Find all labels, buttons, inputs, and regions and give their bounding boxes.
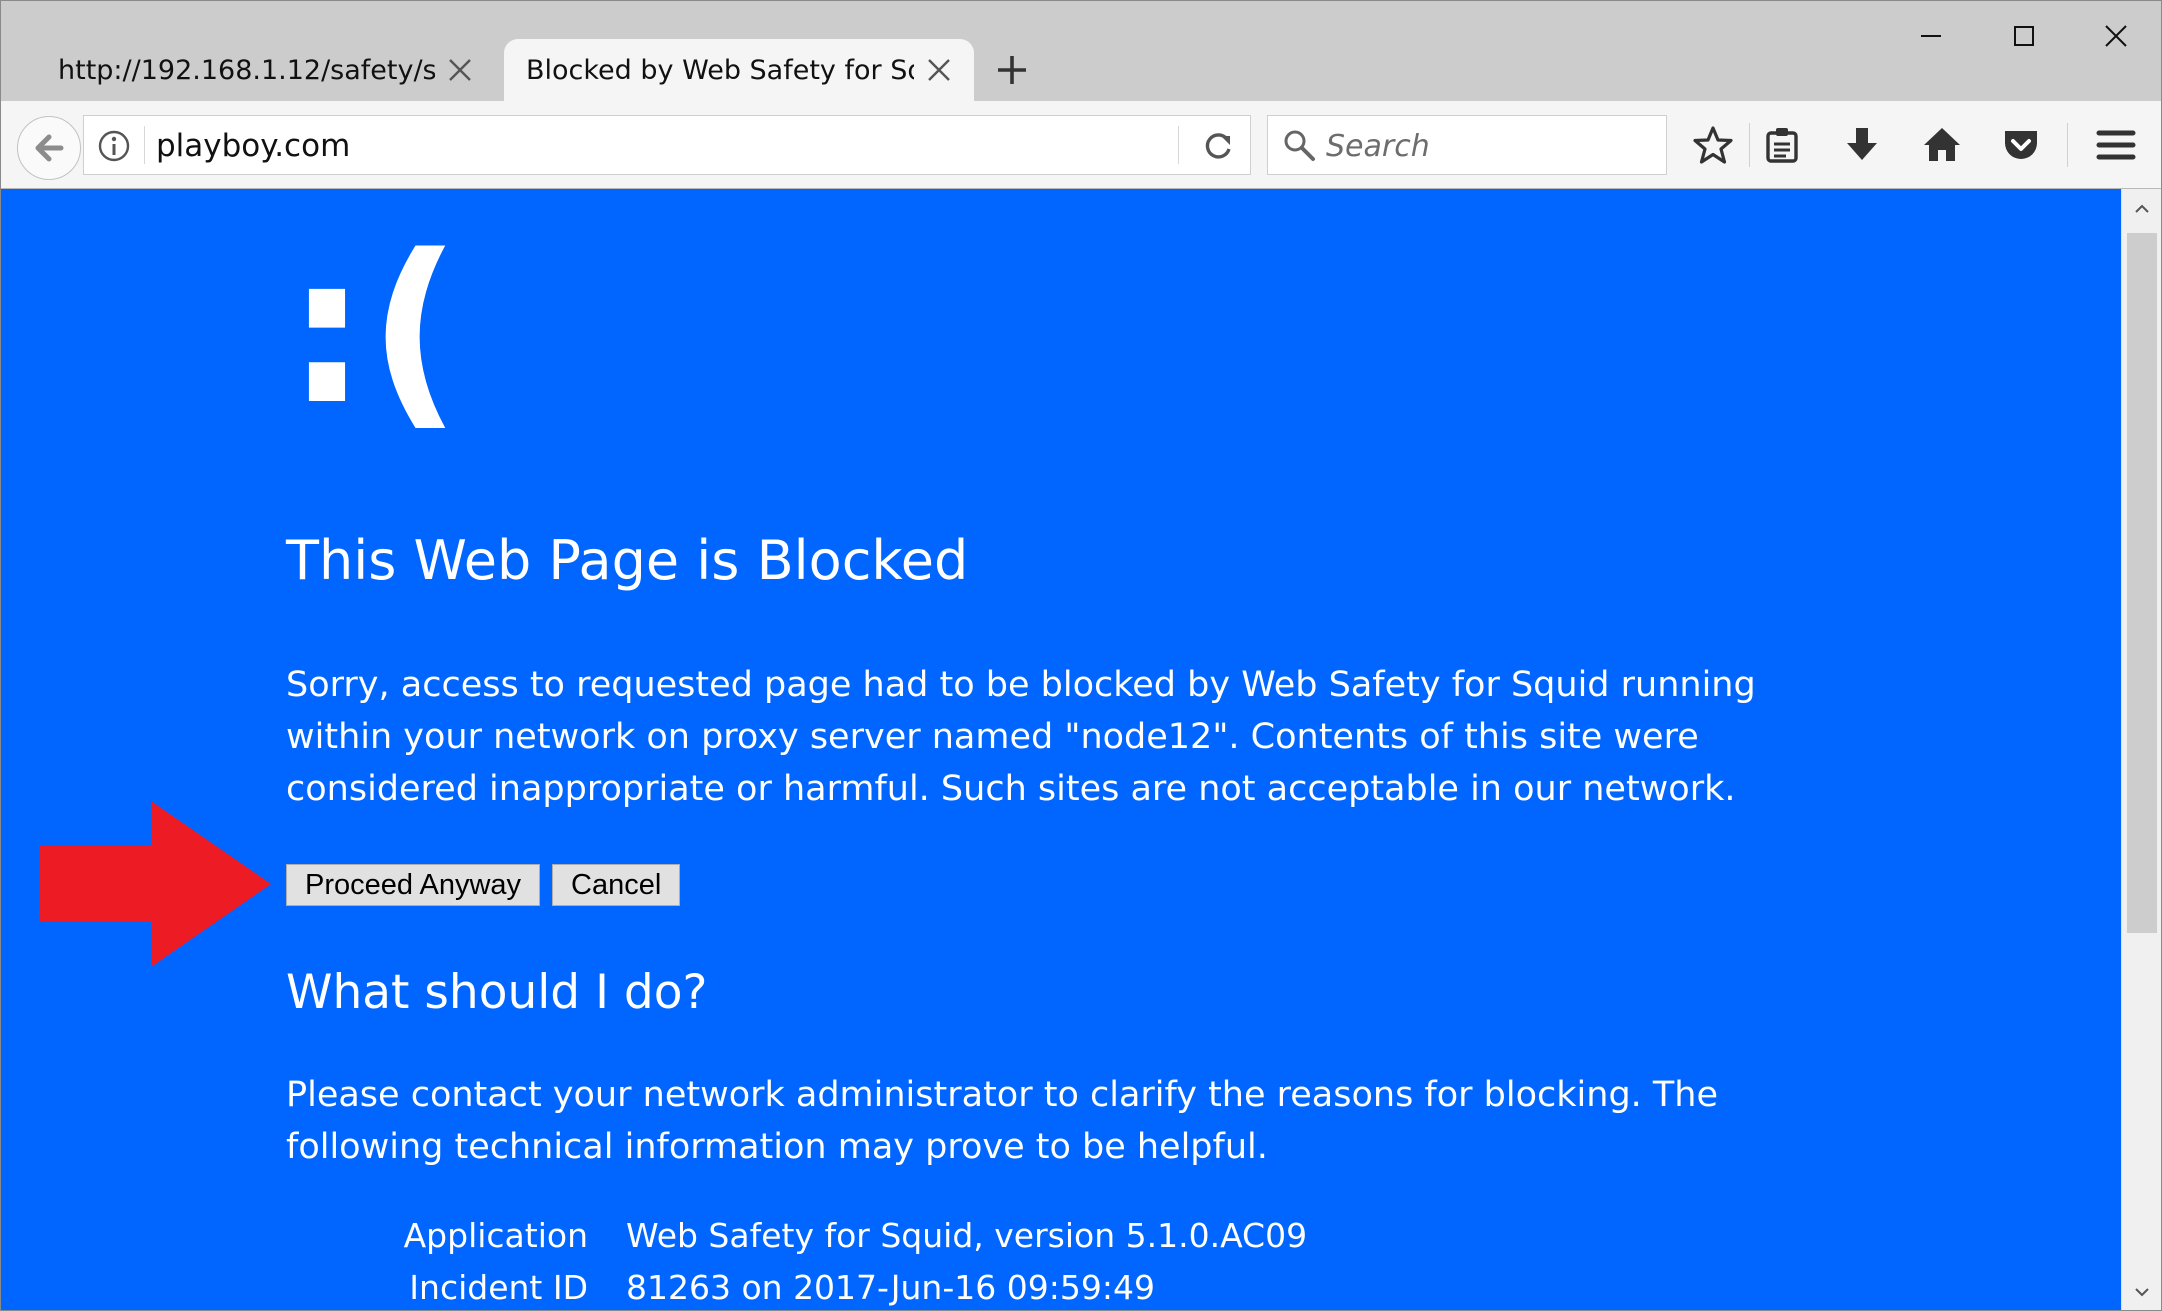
info-value: Web Safety for Squid, version 5.1.0.AC09 [626, 1215, 1308, 1255]
info-icon[interactable] [96, 128, 132, 164]
navigation-toolbar: playboy.com [1, 101, 2161, 189]
scroll-up-icon[interactable] [2122, 189, 2161, 229]
url-divider [144, 126, 145, 164]
close-tab-icon[interactable] [443, 53, 477, 87]
info-key: Application [403, 1215, 588, 1255]
url-text[interactable]: playboy.com [156, 124, 350, 168]
search-icon [1282, 128, 1316, 162]
red-arrow-icon [39, 801, 271, 967]
pocket-icon[interactable] [1997, 121, 2045, 169]
action-buttons: Proceed Anyway Cancel [286, 864, 681, 906]
scroll-down-icon[interactable] [2122, 1272, 2161, 1310]
info-row: Incident ID 81263 on 2017-Jun-16 09:59:4… [286, 1261, 1307, 1310]
maximize-icon [2014, 26, 2034, 46]
browser-window: http://192.168.1.12/safety/settings Bloc… [0, 0, 2162, 1311]
new-tab-button[interactable] [991, 49, 1033, 91]
bookmark-star-icon[interactable] [1689, 121, 1737, 169]
back-button[interactable] [17, 116, 81, 180]
technical-info: Application Web Safety for Squid, versio… [286, 1209, 1307, 1310]
blocked-page: :( This Web Page is Blocked Sorry, acces… [1, 189, 2121, 1310]
info-key: Incident ID [409, 1267, 588, 1307]
plus-icon [998, 56, 1026, 84]
download-arrow-icon[interactable] [1838, 121, 1886, 169]
reload-divider [1178, 126, 1179, 164]
tab-bar: http://192.168.1.12/safety/settings Bloc… [1, 1, 2161, 101]
tab-blocked[interactable]: Blocked by Web Safety for Squid [504, 39, 974, 101]
scroll-thumb[interactable] [2127, 233, 2157, 933]
close-icon [2105, 25, 2127, 47]
block-message: Sorry, access to requested page had to b… [286, 665, 1756, 809]
maximize-button[interactable] [2001, 15, 2047, 57]
reload-icon[interactable] [1200, 128, 1236, 164]
home-icon[interactable] [1918, 121, 1966, 169]
url-bar[interactable]: playboy.com [83, 115, 1251, 175]
toolbar-separator [2067, 123, 2068, 167]
section-heading: What should I do? [286, 965, 708, 1020]
sad-face: :( [286, 212, 462, 450]
minimize-button[interactable] [1908, 15, 1954, 57]
vertical-scrollbar[interactable] [2121, 189, 2161, 1310]
search-input[interactable] [1326, 124, 1646, 168]
proceed-anyway-button[interactable]: Proceed Anyway [286, 864, 541, 906]
cancel-button[interactable]: Cancel [552, 864, 681, 906]
close-tab-icon[interactable] [922, 53, 956, 87]
page-title: This Web Page is Blocked [286, 529, 969, 592]
tab-title: Blocked by Web Safety for Squid [526, 54, 914, 86]
info-value: 81263 on 2017-Jun-16 09:59:49 [626, 1267, 1155, 1307]
close-window-button[interactable] [2093, 15, 2139, 57]
tab-settings[interactable]: http://192.168.1.12/safety/settings [23, 39, 495, 101]
search-bar[interactable] [1267, 115, 1667, 175]
tab-title: http://192.168.1.12/safety/settings [58, 54, 435, 86]
minimize-icon [1921, 35, 1941, 37]
advice-text: Please contact your network administrato… [286, 1075, 1719, 1167]
info-row: Application Web Safety for Squid, versio… [286, 1209, 1307, 1261]
reading-list-icon[interactable] [1758, 121, 1806, 169]
back-arrow-icon [35, 134, 64, 162]
toolbar-separator [1749, 123, 1750, 167]
hamburger-menu-icon[interactable] [2092, 121, 2140, 169]
